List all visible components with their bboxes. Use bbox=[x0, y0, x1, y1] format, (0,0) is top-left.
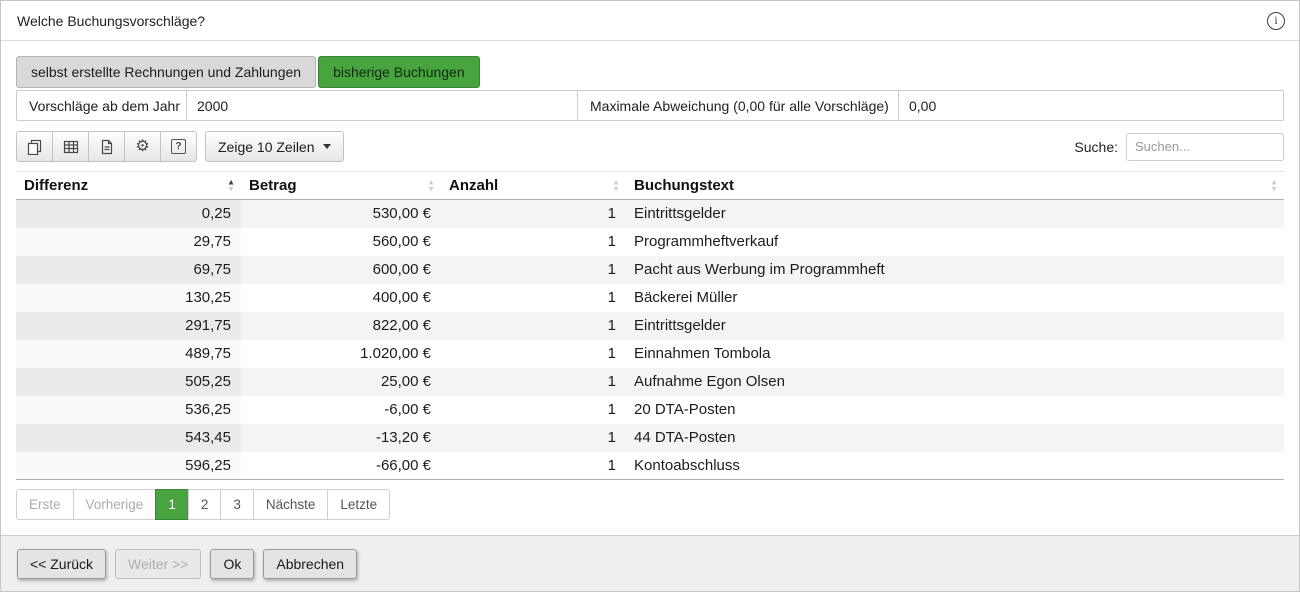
search-area: Suche: bbox=[1074, 133, 1284, 161]
toolbar-buttons: ⚙ ? Zeige 10 Zeilen bbox=[16, 131, 344, 162]
page-length-dropdown[interactable]: Zeige 10 Zeilen bbox=[205, 131, 344, 162]
max-deviation-field-wrap bbox=[899, 91, 1283, 120]
page-title: Welche Buchungsvorschläge? bbox=[17, 13, 205, 29]
chevron-down-icon bbox=[323, 144, 331, 149]
table-header-row: Differenz ▲▼ Betrag ▲▼ Anzahl ▲▼ Buchung… bbox=[16, 172, 1284, 200]
pagination-page-3[interactable]: 3 bbox=[220, 489, 254, 520]
next-button[interactable]: Weiter >> bbox=[115, 549, 201, 579]
year-from-label: Vorschläge ab dem Jahr bbox=[17, 91, 187, 120]
table-toolbar: ⚙ ? Zeige 10 Zeilen Suche: bbox=[16, 131, 1284, 162]
sort-icon: ▲▼ bbox=[427, 178, 435, 192]
settings-button[interactable]: ⚙ bbox=[124, 131, 161, 162]
dialog-content: selbst erstellte Rechnungen und Zahlunge… bbox=[1, 41, 1299, 520]
help-icon: ? bbox=[171, 139, 186, 154]
year-from-input[interactable] bbox=[187, 91, 577, 120]
table-row[interactable]: 596,25 -66,00 € 1 Kontoabschluss bbox=[16, 452, 1284, 480]
pagination-previous[interactable]: Vorherige bbox=[73, 489, 157, 520]
search-label: Suche: bbox=[1074, 139, 1118, 155]
dialog-titlebar: Welche Buchungsvorschläge? i bbox=[1, 1, 1299, 41]
pagination-last[interactable]: Letzte bbox=[327, 489, 390, 520]
table-export-button[interactable] bbox=[52, 131, 89, 162]
pagination-page-2[interactable]: 2 bbox=[188, 489, 222, 520]
table-row[interactable]: 291,75 822,00 € 1 Eintrittsgelder bbox=[16, 312, 1284, 340]
table-row[interactable]: 489,75 1.020,00 € 1 Einnahmen Tombola bbox=[16, 340, 1284, 368]
sort-icon: ▲▼ bbox=[612, 178, 620, 192]
pagination-next[interactable]: Nächste bbox=[253, 489, 329, 520]
table-row[interactable]: 505,25 25,00 € 1 Aufnahme Egon Olsen bbox=[16, 368, 1284, 396]
tab-own-invoices[interactable]: selbst erstellte Rechnungen und Zahlunge… bbox=[16, 56, 316, 88]
sort-icon: ▲▼ bbox=[227, 178, 235, 192]
page-length-label: Zeige 10 Zeilen bbox=[218, 139, 315, 155]
max-deviation-label: Maximale Abweichung (0,00 für alle Vorsc… bbox=[577, 91, 899, 120]
year-from-field-wrap bbox=[187, 91, 577, 120]
ok-button[interactable]: Ok bbox=[210, 549, 254, 579]
dialog-footer: << Zurück Weiter >> Ok Abbrechen bbox=[1, 535, 1299, 591]
pagination-page-1[interactable]: 1 bbox=[155, 489, 189, 520]
tab-bar: selbst erstellte Rechnungen und Zahlunge… bbox=[16, 56, 1284, 88]
table-row[interactable]: 29,75 560,00 € 1 Programmheftverkauf bbox=[16, 228, 1284, 256]
pagination-first[interactable]: Erste bbox=[16, 489, 74, 520]
table-row[interactable]: 0,25 530,00 € 1 Eintrittsgelder bbox=[16, 200, 1284, 228]
gear-icon: ⚙ bbox=[135, 139, 149, 155]
table-row[interactable]: 536,25 -6,00 € 1 20 DTA-Posten bbox=[16, 396, 1284, 424]
table-row[interactable]: 543,45 -13,20 € 1 44 DTA-Posten bbox=[16, 424, 1284, 452]
booking-suggestions-dialog: Welche Buchungsvorschläge? i selbst erst… bbox=[0, 0, 1300, 592]
pdf-export-button[interactable] bbox=[88, 131, 125, 162]
table-row[interactable]: 130,25 400,00 € 1 Bäckerei Müller bbox=[16, 284, 1284, 312]
column-header-anzahl[interactable]: Anzahl ▲▼ bbox=[441, 172, 626, 200]
help-button[interactable]: ? bbox=[160, 131, 197, 162]
cancel-button[interactable]: Abbrechen bbox=[263, 549, 357, 579]
pagination: Erste Vorherige 1 2 3 Nächste Letzte bbox=[16, 489, 1284, 520]
info-icon[interactable]: i bbox=[1267, 12, 1285, 30]
copy-icon bbox=[27, 139, 43, 155]
column-header-betrag[interactable]: Betrag ▲▼ bbox=[241, 172, 441, 200]
pdf-icon bbox=[99, 139, 115, 155]
sort-icon: ▲▼ bbox=[1270, 178, 1278, 192]
column-header-buchungstext[interactable]: Buchungstext ▲▼ bbox=[626, 172, 1284, 200]
back-button[interactable]: << Zurück bbox=[17, 549, 106, 579]
suggestions-table: Differenz ▲▼ Betrag ▲▼ Anzahl ▲▼ Buchung… bbox=[16, 171, 1284, 480]
search-input[interactable] bbox=[1126, 133, 1284, 161]
copy-button[interactable] bbox=[16, 131, 53, 162]
filter-row: Vorschläge ab dem Jahr Maximale Abweichu… bbox=[16, 90, 1284, 121]
max-deviation-input[interactable] bbox=[899, 91, 1283, 120]
table-icon bbox=[63, 139, 79, 155]
column-header-differenz[interactable]: Differenz ▲▼ bbox=[16, 172, 241, 200]
tab-previous-bookings[interactable]: bisherige Buchungen bbox=[318, 56, 480, 88]
table-row[interactable]: 69,75 600,00 € 1 Pacht aus Werbung im Pr… bbox=[16, 256, 1284, 284]
